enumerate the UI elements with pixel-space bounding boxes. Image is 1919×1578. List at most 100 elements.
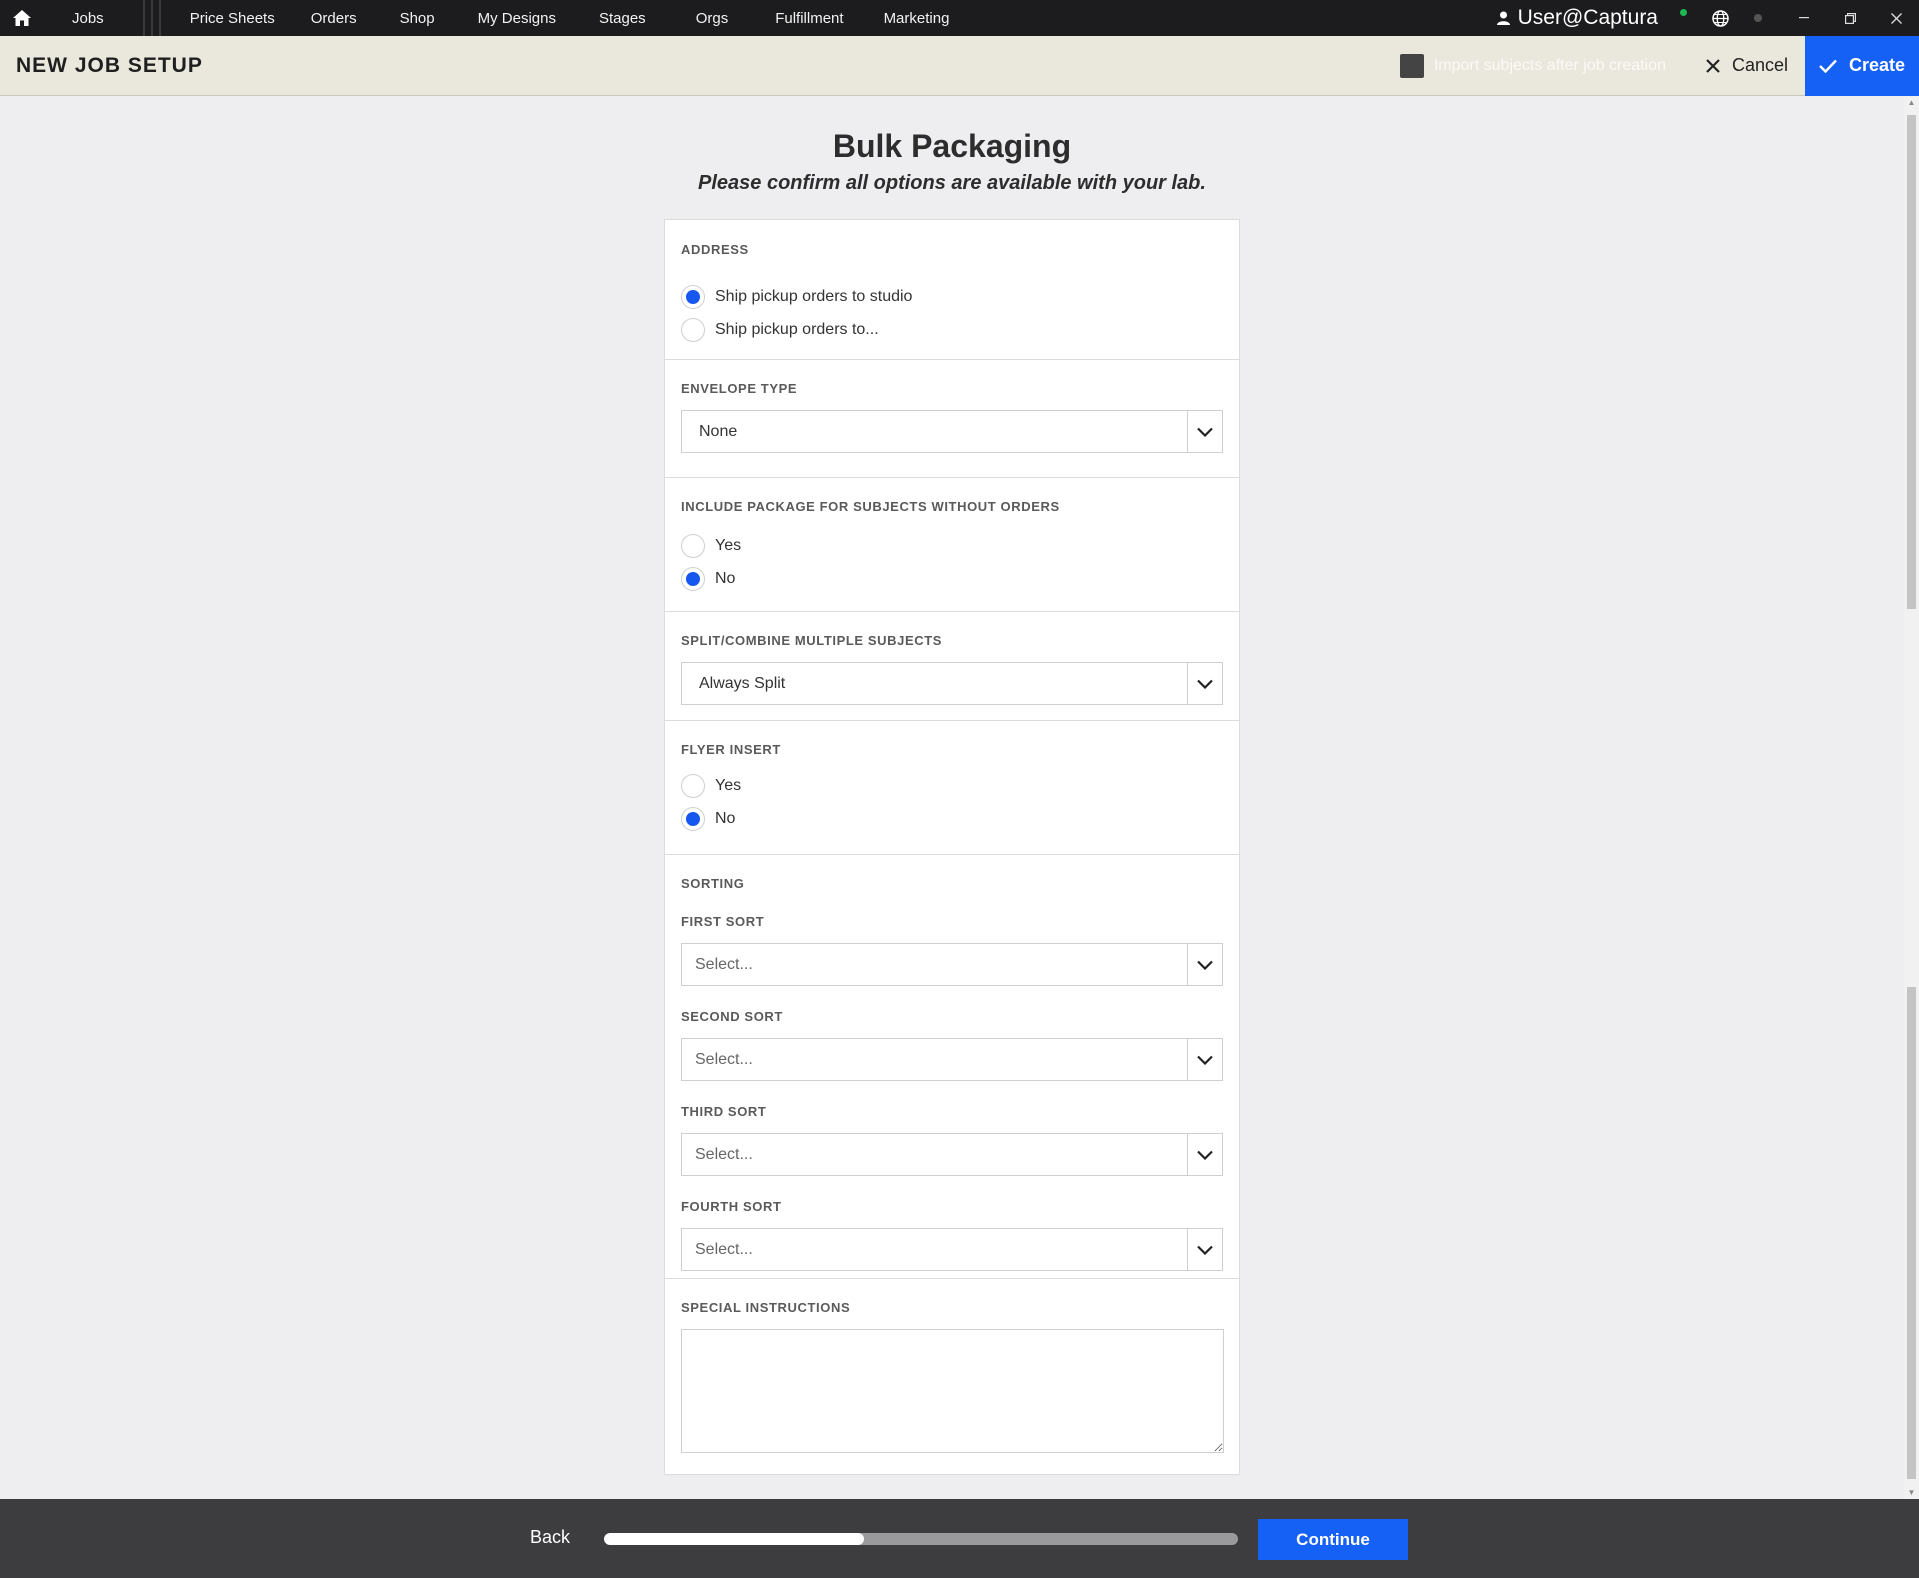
third-sort-value: Select... [695, 1145, 753, 1163]
nav-item-price-sheets[interactable]: Price Sheets [172, 0, 293, 36]
online-status-dot [1680, 8, 1687, 16]
minimize-icon[interactable] [1781, 0, 1827, 36]
include-package-yes-radio[interactable] [681, 533, 705, 558]
fourth-sort-select[interactable]: Select... [681, 1228, 1223, 1271]
user-name: User@Captura [1517, 6, 1658, 29]
include-package-no-radio[interactable] [681, 566, 705, 591]
flyer-yes-radio[interactable] [681, 773, 705, 798]
chevron-down-icon[interactable] [1187, 663, 1222, 704]
nav-item-shop[interactable]: Shop [375, 0, 460, 36]
page-title: Bulk Packaging [832, 128, 1072, 164]
address-studio-radio[interactable] [681, 284, 705, 309]
second-sort-value: Select... [695, 1050, 753, 1068]
sorting-section: SORTING FIRST SORT Select... SECOND SORT… [665, 855, 1239, 1279]
continue-button[interactable]: Continue [1258, 1519, 1408, 1560]
include-package-no-label: No [715, 569, 736, 587]
create-button-label: Create [1848, 55, 1906, 75]
second-sort-select[interactable]: Select... [681, 1038, 1223, 1081]
include-package-yes-label: Yes [715, 536, 742, 554]
nav-item-orgs[interactable]: Orgs [671, 0, 754, 36]
scroll-down-arrow-icon[interactable]: ▼ [1904, 1487, 1919, 1499]
vertical-scrollbar[interactable]: ▲ ▼ [1904, 97, 1919, 1499]
close-icon [1706, 58, 1720, 73]
user-icon [1496, 11, 1510, 25]
sorting-label: SORTING [681, 876, 745, 891]
third-sort-label: THIRD SORT [681, 1104, 767, 1119]
page-subtitle: Please confirm all options are available… [698, 172, 1206, 194]
nav-item-jobs[interactable]: Jobs [44, 0, 132, 36]
first-sort-label: FIRST SORT [681, 914, 765, 929]
chevron-down-icon[interactable] [1187, 1229, 1222, 1270]
nav-item-my-designs[interactable]: My Designs [460, 0, 574, 36]
back-button[interactable]: Back [530, 1527, 570, 1548]
first-sort-value: Select... [695, 955, 753, 973]
nav-item-fulfillment[interactable]: Fulfillment [753, 0, 865, 36]
import-subjects-label[interactable]: Import subjects after job creation [1434, 57, 1666, 75]
envelope-type-value: None [699, 422, 738, 440]
bulk-packaging-form: ADDRESS Ship pickup orders to studio Shi… [664, 219, 1240, 1475]
top-navigation-bar: Jobs Price Sheets Orders Shop My Designs… [0, 0, 1919, 36]
cancel-button[interactable]: Cancel [1706, 55, 1788, 76]
nav-item-marketing[interactable]: Marketing [866, 0, 968, 36]
scrollbar-thumb-bottom[interactable] [1907, 987, 1916, 1479]
split-combine-select[interactable]: Always Split [681, 662, 1223, 705]
special-instructions-textarea[interactable] [681, 1329, 1224, 1453]
flyer-no-radio[interactable] [681, 806, 705, 831]
wizard-footer: Back Continue [0, 1499, 1919, 1578]
envelope-type-label: ENVELOPE TYPE [681, 381, 798, 396]
address-other-label: Ship pickup orders to... [715, 320, 879, 338]
address-other-radio[interactable] [681, 317, 705, 342]
address-section: ADDRESS Ship pickup orders to studio Shi… [665, 220, 1239, 360]
page-header-title: NEW JOB SETUP [16, 53, 203, 77]
third-sort-select[interactable]: Select... [681, 1133, 1223, 1176]
scroll-up-arrow-icon[interactable]: ▲ [1904, 97, 1919, 109]
chevron-down-icon[interactable] [1187, 1039, 1222, 1080]
flyer-no-label: No [715, 809, 736, 827]
user-menu[interactable]: User@Captura [1496, 6, 1658, 30]
first-sort-select[interactable]: Select... [681, 943, 1223, 986]
include-package-option-yes[interactable]: Yes [681, 529, 1223, 562]
address-label: ADDRESS [681, 242, 749, 257]
check-icon [1819, 59, 1837, 73]
chevron-down-icon[interactable] [1187, 944, 1222, 985]
nav-item-stages[interactable]: Stages [574, 0, 671, 36]
status-indicator-icon [1735, 0, 1781, 36]
chevron-down-icon[interactable] [1187, 411, 1222, 452]
header-actions: Import subjects after job creation Cance… [1399, 35, 1919, 96]
cancel-button-label: Cancel [1731, 55, 1788, 75]
fourth-sort-value: Select... [695, 1240, 753, 1258]
flyer-insert-label: FLYER INSERT [681, 742, 781, 757]
nav-divider [140, 0, 164, 36]
second-sort-label: SECOND SORT [681, 1009, 783, 1024]
flyer-option-no[interactable]: No [681, 802, 1223, 835]
include-package-section: INCLUDE PACKAGE FOR SUBJECTS WITHOUT ORD… [665, 478, 1239, 612]
home-icon[interactable] [0, 0, 44, 36]
address-option-other[interactable]: Ship pickup orders to... [681, 313, 1223, 346]
split-combine-value: Always Split [699, 674, 786, 692]
envelope-type-section: ENVELOPE TYPE None [665, 360, 1239, 478]
nav-right-controls: User@Captura [1496, 0, 1919, 36]
import-subjects-checkbox[interactable] [1399, 53, 1424, 78]
flyer-insert-section: FLYER INSERT Yes No [665, 721, 1239, 855]
include-package-option-no[interactable]: No [681, 562, 1223, 595]
create-button[interactable]: Create [1805, 35, 1919, 96]
fourth-sort-label: FOURTH SORT [681, 1199, 782, 1214]
progress-bar [604, 1533, 1238, 1545]
address-option-studio[interactable]: Ship pickup orders to studio [681, 280, 1223, 313]
scrollbar-thumb-top[interactable] [1907, 115, 1916, 609]
flyer-yes-label: Yes [715, 776, 742, 794]
restore-icon[interactable] [1827, 0, 1873, 36]
chevron-down-icon[interactable] [1187, 1134, 1222, 1175]
envelope-type-select[interactable]: None [681, 410, 1223, 453]
page-header: NEW JOB SETUP Import subjects after job … [0, 35, 1919, 96]
address-studio-label: Ship pickup orders to studio [715, 287, 913, 305]
split-combine-section: SPLIT/COMBINE MULTIPLE SUBJECTS Always S… [665, 612, 1239, 721]
flyer-option-yes[interactable]: Yes [681, 769, 1223, 802]
special-instructions-section: SPECIAL INSTRUCTIONS [665, 1279, 1239, 1474]
include-package-label: INCLUDE PACKAGE FOR SUBJECTS WITHOUT ORD… [681, 499, 1060, 514]
close-window-icon[interactable] [1873, 0, 1919, 36]
globe-icon[interactable] [1705, 0, 1735, 36]
split-combine-label: SPLIT/COMBINE MULTIPLE SUBJECTS [681, 633, 943, 648]
nav-item-orders[interactable]: Orders [293, 0, 375, 36]
special-instructions-label: SPECIAL INSTRUCTIONS [681, 1300, 851, 1315]
